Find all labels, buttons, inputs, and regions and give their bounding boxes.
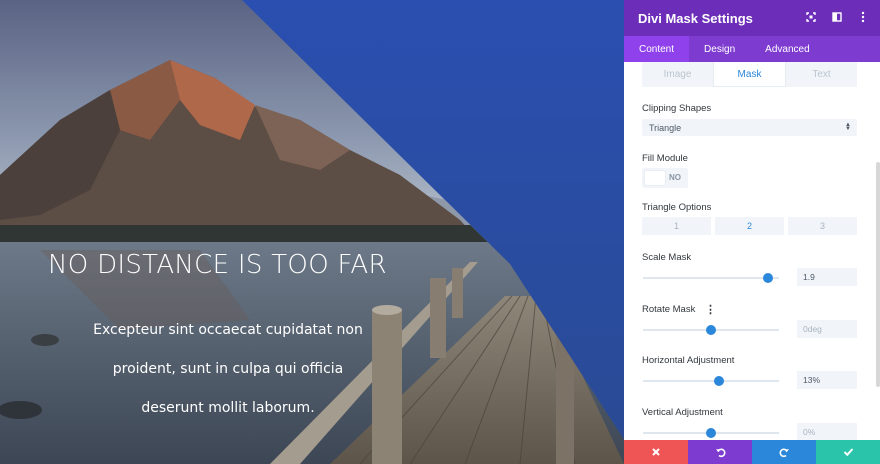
hero-body-line: proident, sunt in culpa qui officia bbox=[112, 361, 344, 377]
close-icon bbox=[652, 448, 660, 456]
panel-scrollbar[interactable] bbox=[876, 162, 880, 387]
triangle-option-1[interactable]: 1 bbox=[642, 217, 711, 235]
hero-body-line: deserunt mollit laborum. bbox=[141, 400, 315, 416]
horizontal-adjustment-input[interactable]: 13% bbox=[797, 371, 857, 389]
triangle-option-3[interactable]: 3 bbox=[788, 217, 857, 235]
rotate-options-icon[interactable]: ⋮ bbox=[705, 305, 716, 316]
settings-panel: Divi Mask Settings Content Design Advanc… bbox=[624, 0, 880, 464]
fill-module-label: Fill Module bbox=[642, 153, 688, 164]
vertical-adjustment-input[interactable]: 0% bbox=[797, 423, 857, 440]
undo-button[interactable] bbox=[688, 440, 752, 464]
hero-body-line: Excepteur sint occaecat cupidatat non bbox=[93, 322, 363, 338]
redo-icon bbox=[779, 448, 789, 457]
settings-content: Image Mask Text Clipping Shapes Triangle… bbox=[624, 62, 880, 440]
panel-footer bbox=[624, 440, 880, 464]
fill-module-toggle[interactable]: NO bbox=[642, 168, 688, 188]
panel-header[interactable]: Divi Mask Settings bbox=[624, 0, 880, 36]
hero-body-text: Excepteur sint occaecat cupidatat non pr… bbox=[90, 311, 366, 428]
clipping-shapes-label: Clipping Shapes bbox=[642, 103, 712, 114]
scale-mask-label: Scale Mask bbox=[642, 252, 692, 263]
save-check-icon bbox=[843, 448, 853, 457]
settings-tabs: Content Design Advanced bbox=[624, 36, 880, 62]
rotate-mask-input[interactable]: 0deg bbox=[797, 320, 857, 338]
more-options-icon[interactable] bbox=[856, 10, 870, 24]
slider-thumb[interactable] bbox=[714, 376, 725, 386]
fill-module-value: NO bbox=[669, 173, 681, 182]
split-view-icon[interactable] bbox=[830, 10, 844, 24]
slider-thumb[interactable] bbox=[706, 428, 716, 438]
triangle-options-group: 1 2 3 bbox=[642, 217, 857, 235]
rotate-mask-label: Rotate Mask bbox=[642, 304, 696, 315]
toggle-knob bbox=[645, 171, 665, 185]
mask-subtabs: Image Mask Text bbox=[642, 62, 857, 87]
horizontal-adjustment-label: Horizontal Adjustment bbox=[642, 355, 735, 366]
redo-button[interactable] bbox=[752, 440, 816, 464]
select-arrows-icon: ▲ ▼ bbox=[845, 122, 851, 132]
clipping-shapes-value: Triangle bbox=[649, 122, 682, 133]
undo-icon bbox=[715, 448, 725, 457]
subtab-image[interactable]: Image bbox=[642, 62, 713, 87]
panel-title: Divi Mask Settings bbox=[638, 10, 753, 26]
scale-mask-slider[interactable] bbox=[643, 273, 779, 283]
rotate-mask-slider[interactable] bbox=[643, 325, 779, 335]
tab-advanced[interactable]: Advanced bbox=[750, 36, 824, 62]
discard-button[interactable] bbox=[624, 440, 688, 464]
triangle-option-2[interactable]: 2 bbox=[715, 217, 784, 235]
vertical-adjustment-label: Vertical Adjustment bbox=[642, 407, 723, 418]
slider-thumb[interactable] bbox=[706, 325, 716, 335]
subtab-mask[interactable]: Mask bbox=[713, 62, 786, 87]
horizontal-adjustment-slider[interactable] bbox=[643, 376, 779, 386]
triangle-options-label: Triangle Options bbox=[642, 202, 712, 213]
clipping-shapes-select[interactable]: Triangle ▲ ▼ bbox=[642, 119, 857, 136]
tab-design[interactable]: Design bbox=[689, 36, 750, 62]
hero-title: NO DISTANCE IS TOO FAR bbox=[48, 250, 387, 280]
scale-mask-input[interactable]: 1.9 bbox=[797, 268, 857, 286]
subtab-text[interactable]: Text bbox=[786, 62, 857, 87]
vertical-adjustment-slider[interactable] bbox=[643, 428, 779, 438]
mask-preview: NO DISTANCE IS TOO FAR Excepteur sint oc… bbox=[0, 0, 624, 464]
slider-thumb[interactable] bbox=[763, 273, 774, 283]
expand-icon[interactable] bbox=[804, 10, 818, 24]
tab-content[interactable]: Content bbox=[624, 36, 690, 62]
save-button[interactable] bbox=[816, 440, 880, 464]
